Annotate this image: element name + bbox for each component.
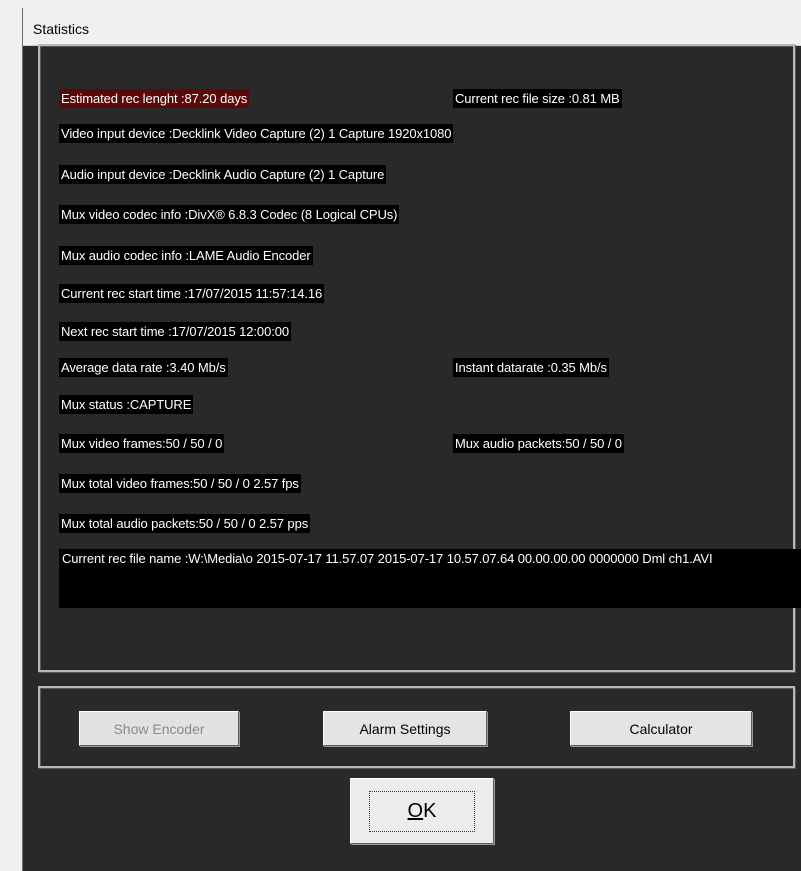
calculator-button[interactable]: Calculator	[570, 711, 752, 746]
mux-video-codec-label: Mux video codec info :DivX® 6.8.3 Codec …	[59, 205, 400, 224]
ok-label-rest: K	[423, 799, 437, 822]
average-data-rate-label: Average data rate :3.40 Mb/s	[59, 358, 228, 377]
statistics-window: Statistics Estimated rec lenght :87.20 d…	[22, 8, 801, 871]
current-rec-file-size-label: Current rec file size :0.81 MB	[453, 89, 622, 108]
title-bar: Statistics	[23, 8, 801, 46]
estimated-rec-length-label: Estimated rec lenght :87.20 days	[59, 89, 250, 108]
mux-total-audio-packets-label: Mux total audio packets:50 / 50 / 0 2.57…	[59, 514, 311, 533]
mux-audio-packets-label: Mux audio packets:50 / 50 / 0	[453, 434, 624, 453]
ok-button-label: OK	[368, 790, 476, 832]
window-title: Statistics	[33, 21, 90, 37]
video-input-device-label: Video input device :Decklink Video Captu…	[59, 124, 454, 143]
mux-audio-codec-label: Mux audio codec info :LAME Audio Encoder	[59, 246, 313, 265]
ok-button[interactable]: OK	[350, 778, 494, 844]
current-rec-start-time-label: Current rec start time :17/07/2015 11:57…	[59, 284, 325, 303]
mux-status-label: Mux status :CAPTURE	[59, 395, 194, 414]
current-rec-file-name-label: Current rec file name :W:\Media\o 2015-0…	[59, 549, 801, 608]
show-encoder-button[interactable]: Show Encoder	[79, 711, 239, 746]
audio-input-device-label: Audio input device :Decklink Audio Captu…	[59, 165, 387, 184]
mux-total-video-frames-label: Mux total video frames:50 / 50 / 0 2.57 …	[59, 474, 301, 493]
instant-datarate-label: Instant datarate :0.35 Mb/s	[453, 358, 609, 377]
ok-mnemonic: O	[407, 799, 424, 822]
mux-video-frames-label: Mux video frames:50 / 50 / 0	[59, 434, 225, 453]
alarm-settings-button[interactable]: Alarm Settings	[323, 711, 487, 746]
next-rec-start-time-label: Next rec start time :17/07/2015 12:00:00	[59, 322, 291, 341]
